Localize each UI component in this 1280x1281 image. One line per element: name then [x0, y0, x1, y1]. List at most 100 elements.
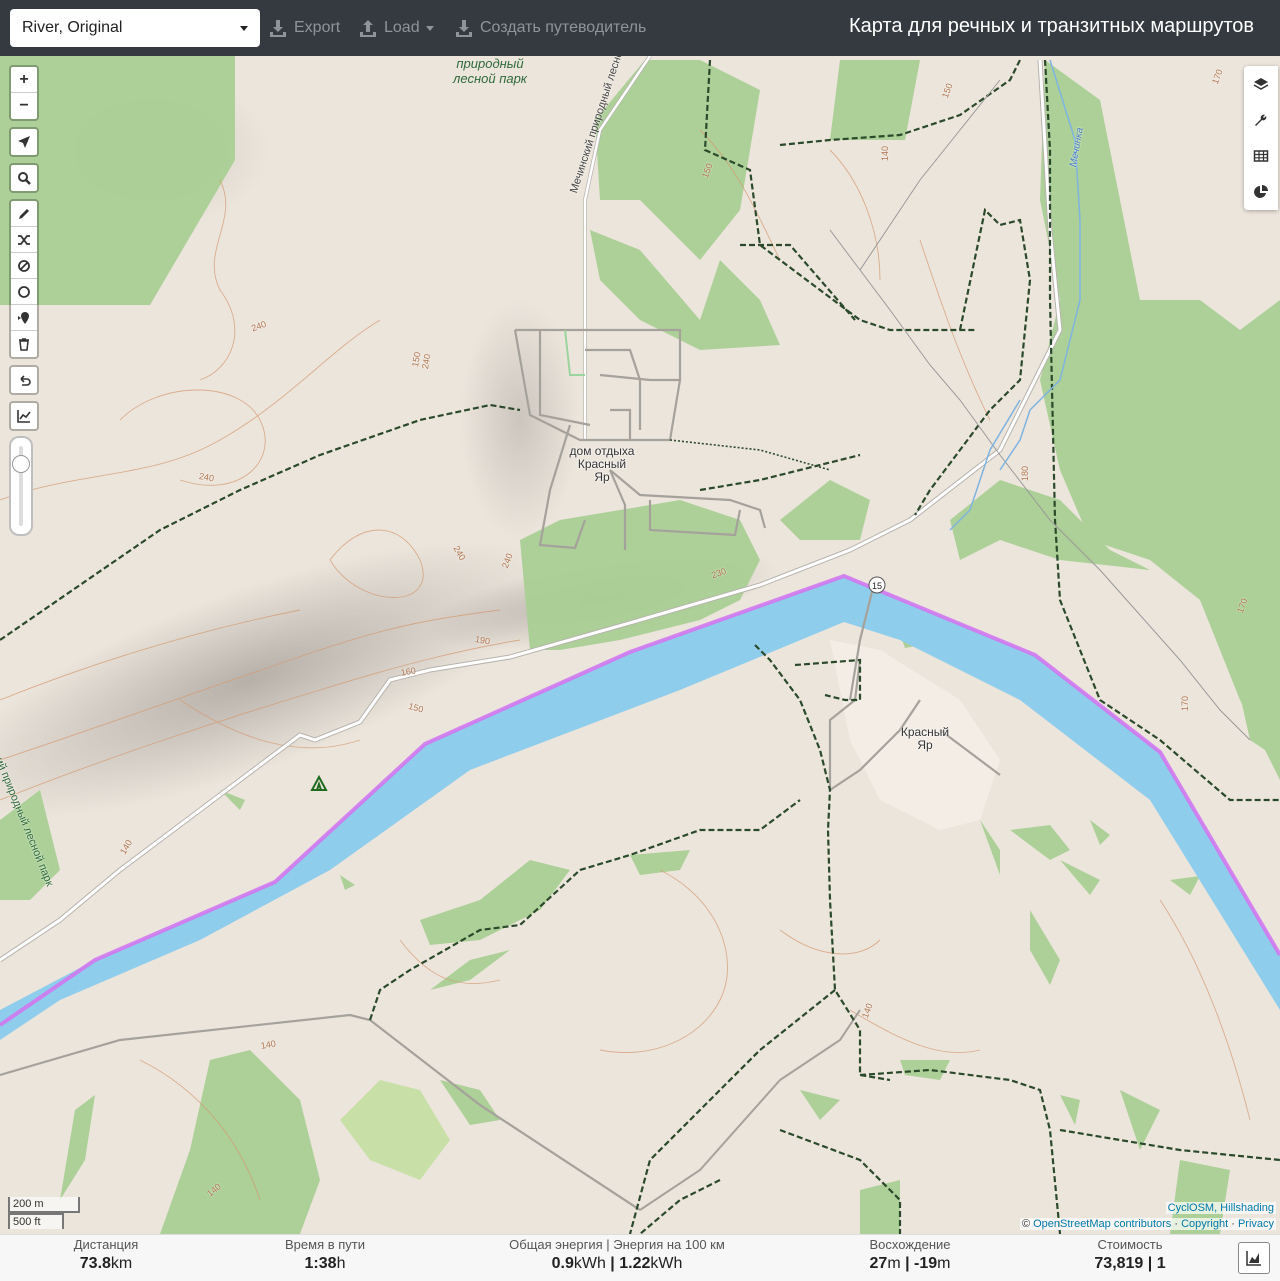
create-guide-button[interactable]: Создать путеводитель — [454, 16, 646, 40]
locate-button[interactable] — [11, 129, 37, 155]
scale-metric: 200 m — [8, 1197, 80, 1213]
privacy-link[interactable]: Privacy — [1238, 1218, 1274, 1230]
resort-label-line3: Яр — [594, 470, 610, 484]
upload-icon — [360, 20, 376, 37]
attribution-sep: · — [1228, 1218, 1238, 1230]
nogo-area-button[interactable] — [11, 253, 37, 279]
trash-icon — [19, 338, 29, 351]
stat-ascent-unit: m — [937, 1255, 951, 1272]
chevron-down-icon — [240, 25, 248, 31]
layers-button[interactable] — [1244, 66, 1278, 102]
undo-button[interactable] — [11, 367, 37, 393]
zoom-control: + − — [9, 65, 39, 121]
avoid-icon — [18, 259, 30, 272]
download-icon — [270, 20, 286, 37]
app-title: Карта для речных и транзитных маршрутов — [848, 15, 1254, 37]
circle-icon — [18, 285, 30, 298]
stat-ascent-down: -19 — [914, 1255, 938, 1272]
elevation-chart-button[interactable] — [1238, 1242, 1270, 1274]
stat-ascent-up: 27 — [869, 1255, 888, 1272]
contour-label: 140 — [880, 145, 890, 161]
chart-line-icon — [17, 410, 31, 423]
stat-energy-per100: 1.22 — [619, 1255, 651, 1272]
scale-imperial: 500 ft — [8, 1213, 64, 1229]
right-toolbar — [1244, 66, 1278, 210]
attribution-sep: · — [1171, 1218, 1182, 1230]
stat-energy-per100-unit: kWh — [650, 1255, 683, 1272]
attribution: © OpenStreetMap contributors · Copyright… — [1019, 1218, 1276, 1230]
map-canvas[interactable]: 15 — [0, 56, 1280, 1234]
stat-distance-value: 73.8 — [79, 1255, 111, 1272]
wrench-icon — [1255, 114, 1267, 126]
load-label: Load — [384, 19, 420, 36]
export-button[interactable]: Export — [268, 16, 340, 40]
pencil-icon — [19, 208, 29, 219]
stat-ascent: Восхождение 27m | -19m — [850, 1237, 970, 1273]
stat-distance: Дистанция 73.8km — [56, 1237, 156, 1273]
attribution-prefix: © — [1021, 1218, 1034, 1230]
draw-toolbar — [9, 199, 39, 359]
layers-icon — [1253, 78, 1269, 90]
stat-energy-label: Общая энергия | Энергия на 100 км — [509, 1237, 725, 1252]
delete-route-button[interactable] — [11, 331, 37, 357]
table-button[interactable] — [1244, 138, 1278, 174]
opacity-slider[interactable] — [9, 436, 33, 536]
park-label: природный лесной парк — [440, 56, 540, 86]
stat-ascent-label: Восхождение — [869, 1237, 951, 1252]
undo-control — [9, 365, 39, 395]
stat-energy: Общая энергия | Энергия на 100 км 0.9kWh… — [500, 1237, 734, 1273]
stat-time-value: 1:38 — [304, 1255, 337, 1272]
route-stats-bar: Дистанция 73.8km Время в пути 1:38h Обща… — [0, 1234, 1280, 1281]
settings-button[interactable] — [1244, 102, 1278, 138]
create-guide-label: Создать путеводитель — [480, 19, 647, 36]
opacity-slider-handle[interactable] — [12, 455, 30, 473]
stat-distance-unit: km — [110, 1255, 133, 1272]
download-icon — [456, 20, 472, 37]
contour-label: 180 — [1020, 465, 1030, 481]
village-label-line2: Яр — [917, 738, 933, 752]
resort-label: дом отдыха Красный Яр — [560, 445, 644, 484]
park-label-line2: лесной парк — [453, 71, 527, 86]
map-view[interactable]: 15 природный лесной парк Мечинский приро… — [0, 56, 1280, 1234]
profile-select[interactable]: River, Original — [10, 9, 260, 47]
search-button[interactable] — [11, 165, 37, 191]
area-chart-icon — [1246, 1251, 1261, 1266]
shuffle-icon — [18, 234, 30, 245]
circle-button[interactable] — [11, 279, 37, 305]
stat-time-unit: h — [336, 1255, 346, 1272]
stat-distance-label: Дистанция — [73, 1237, 139, 1252]
attribution-layers[interactable]: CyclOSM, Hillshading — [1165, 1202, 1276, 1214]
zoom-in-button[interactable]: + — [11, 67, 37, 93]
copyright-link[interactable]: Copyright — [1181, 1218, 1228, 1230]
elevation-control — [9, 401, 39, 431]
reverse-route-button[interactable] — [11, 227, 37, 253]
locate-control — [9, 127, 39, 157]
search-control — [9, 163, 39, 193]
profile-select-value: River, Original — [22, 19, 123, 36]
stat-ascent-unit: m — [887, 1255, 901, 1272]
pie-icon — [1254, 185, 1268, 198]
load-button[interactable]: Load — [358, 16, 434, 40]
poi-button[interactable] — [11, 305, 37, 331]
stat-time-label: Время в пути — [285, 1237, 365, 1252]
search-icon — [18, 172, 31, 185]
export-label: Export — [294, 19, 341, 36]
contour-label: 170 — [1180, 695, 1190, 711]
stat-cost-label: Стоимость — [1097, 1237, 1163, 1252]
top-bar: River, Original Export Load Создать путе… — [0, 0, 1280, 56]
undo-icon — [20, 375, 31, 386]
road-shield-number: 15 — [872, 581, 882, 591]
draw-route-button[interactable] — [11, 201, 37, 227]
osm-link[interactable]: OpenStreetMap contributors — [1033, 1218, 1171, 1230]
elevation-button[interactable] — [11, 403, 37, 429]
stat-cost-value: 73,819 — [1094, 1255, 1144, 1272]
table-icon — [1253, 150, 1269, 162]
zoom-out-button[interactable]: − — [11, 93, 37, 119]
analysis-button[interactable] — [1244, 174, 1278, 210]
poi-icon — [18, 311, 29, 324]
stat-energy-total-unit: kWh — [573, 1255, 606, 1272]
stat-cost: Стоимость 73,819 | 1 — [1080, 1237, 1180, 1273]
stat-time: Время в пути 1:38h — [270, 1237, 380, 1273]
chevron-down-icon — [425, 25, 434, 31]
stat-energy-total: 0.9 — [551, 1255, 574, 1272]
